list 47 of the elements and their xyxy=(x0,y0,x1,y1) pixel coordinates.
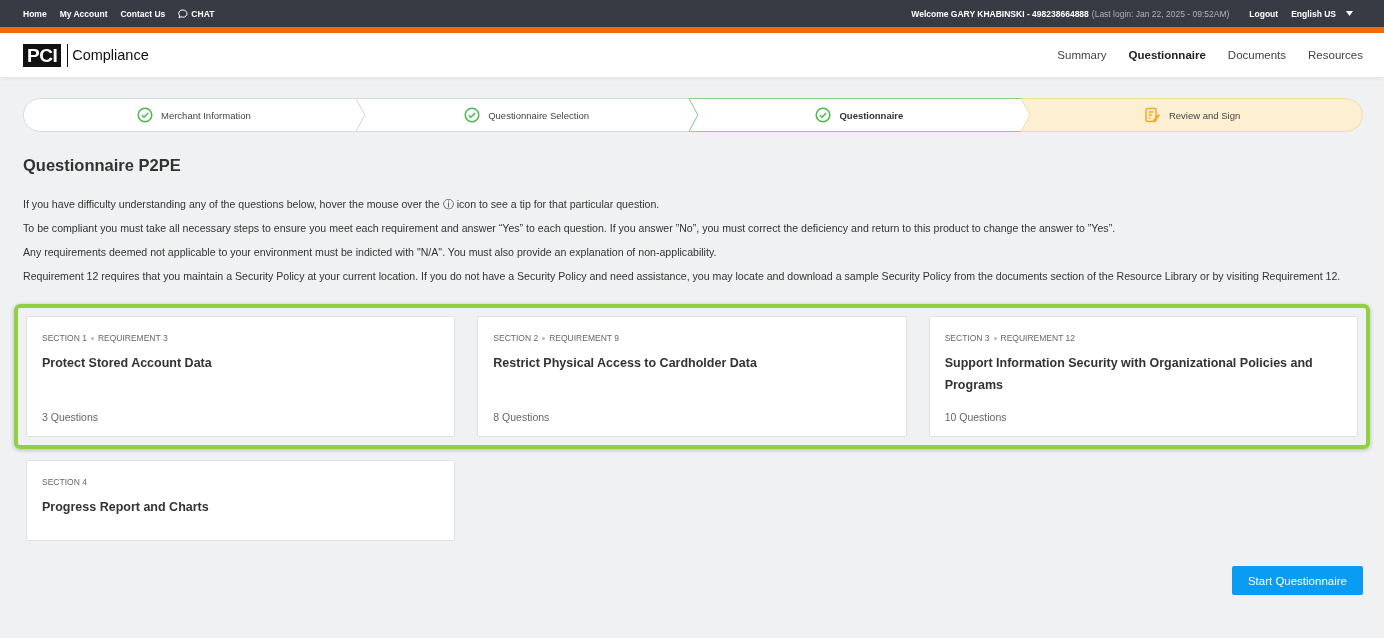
question-count: 8 Questions xyxy=(493,410,551,423)
welcome-text: Welcome GARY KHABINSKI - 498238664888 xyxy=(911,8,1089,19)
instruction-text: To be compliant you must take all necessary steps to ensure you meet each requirement and answer “Yes” to each question. If you answer ”No”, you must correct the deficiency and return to this product to change the answer to ”Yes”. xyxy=(23,221,1117,236)
section-label: SECTION 4 xyxy=(42,477,87,487)
section-title: Protect Stored Account Data xyxy=(42,355,213,372)
logo-text: Compliance xyxy=(72,47,149,63)
check-circle-icon xyxy=(815,107,832,123)
chat-bubble-icon xyxy=(178,8,189,19)
nav-tab[interactable]: Summary xyxy=(1057,49,1107,61)
language-dropdown[interactable]: English US xyxy=(1291,8,1353,19)
section-card[interactable]: SECTION 1 REQUIREMENT 3 Protect Stored Account Data 3 Questions xyxy=(26,316,456,437)
requirement-label: REQUIREMENT 3 xyxy=(97,333,168,343)
section-card[interactable]: SECTION 2 REQUIREMENT 9 Restrict Physical Access to Cardholder Data 8 Questions xyxy=(477,316,907,437)
section-title: Progress Report and Charts xyxy=(42,499,210,516)
nav-tab[interactable]: Documents xyxy=(1227,49,1287,61)
chat-link[interactable]: CHAT xyxy=(178,8,215,19)
nav-link[interactable]: Home xyxy=(23,8,47,19)
logout-link[interactable]: Logout xyxy=(1249,8,1279,19)
step-label[interactable]: Review and Sign xyxy=(1168,109,1241,121)
check-circle-icon xyxy=(464,107,481,123)
nav-tab[interactable]: Resources xyxy=(1308,49,1363,61)
section-title: Restrict Physical Access to Cardholder Data xyxy=(493,355,758,372)
last-login-text: (Last login: Jan 22, 2025 - 09:52AM) xyxy=(1091,8,1230,19)
nav-tab[interactable]: Questionnaire xyxy=(1128,49,1206,61)
section-card[interactable]: SECTION 4 Progress Report and Charts xyxy=(26,460,456,541)
requirement-label: REQUIREMENT 12 xyxy=(1000,333,1075,343)
document-pen-icon xyxy=(1143,106,1161,124)
step-label[interactable]: Questionnaire xyxy=(839,109,904,121)
section-label: SECTION 2 xyxy=(493,333,539,343)
instruction-text: Requirement 12 requires that you maintain a Security Policy at your current location. If you do not have a Security Policy and need assistance, you may locate and download a sample Security Policy from the documents section of the Resource Library or by visiting Requirement 12. xyxy=(23,269,1342,284)
section-card[interactable]: SECTION 3 REQUIREMENT 12 Support Information Security with Organizational Policies and Programs 10 Questions xyxy=(928,316,1358,437)
instruction-text: If you have difficulty understanding any of the questions below, hover the mouse over the ⓘ icon to see a tip for that particular question. xyxy=(23,197,661,212)
section-label: SECTION 3 xyxy=(944,333,990,343)
instruction-text: Any requirements deemed not applicable to your environment must be indicted with "N/A". You must also provide an explanation of non-applicability. xyxy=(23,245,718,260)
logo-mark: PCI xyxy=(23,43,62,67)
section-title: Support Information Security with Organizational Policies and Programs xyxy=(944,355,1314,394)
section-label: SECTION 1 xyxy=(42,333,87,343)
page-title: Questionnaire P2PE xyxy=(23,156,182,175)
caret-icon xyxy=(1346,11,1353,16)
question-count: 10 Questions xyxy=(944,410,1008,423)
step-label[interactable]: Merchant Information xyxy=(161,109,251,121)
step-label[interactable]: Questionnaire Selection xyxy=(488,109,590,121)
requirement-label: REQUIREMENT 9 xyxy=(549,333,619,343)
nav-link[interactable]: My Account xyxy=(59,8,108,19)
check-circle-icon xyxy=(137,107,153,123)
nav-link[interactable]: Contact Us xyxy=(120,8,166,19)
question-count: 3 Questions xyxy=(42,410,100,423)
